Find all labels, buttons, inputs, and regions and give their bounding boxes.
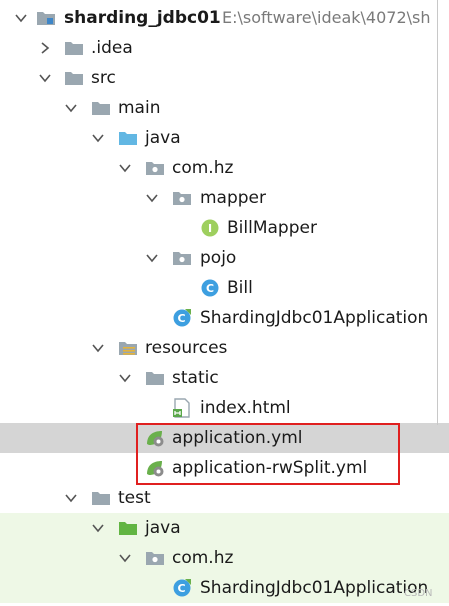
tree-item-label: ShardingJdbc01Application bbox=[200, 308, 429, 328]
package-icon bbox=[145, 548, 165, 568]
tree-item-label: Bill bbox=[227, 278, 253, 298]
folder-icon bbox=[91, 488, 111, 508]
tree-row-static[interactable]: static bbox=[0, 363, 449, 393]
spring-yml-icon bbox=[145, 428, 165, 448]
tree-row-java-main[interactable]: java bbox=[0, 123, 449, 153]
resources-folder-icon bbox=[118, 338, 138, 358]
folder-icon bbox=[145, 368, 165, 388]
interface-letter: I bbox=[208, 222, 212, 235]
chevron-down-icon[interactable] bbox=[91, 341, 105, 355]
tree-item-label: main bbox=[118, 98, 161, 118]
chevron-right-icon[interactable] bbox=[38, 41, 52, 55]
panel-edge-divider bbox=[437, 0, 438, 425]
tree-row-test[interactable]: test bbox=[0, 483, 449, 513]
chevron-down-icon[interactable] bbox=[38, 71, 52, 85]
tree-item-label: application.yml bbox=[172, 428, 303, 448]
chevron-down-icon[interactable] bbox=[145, 251, 159, 265]
tree-row-project-root[interactable]: sharding_jdbc01 E:\software\ideak\4072\s… bbox=[0, 3, 449, 33]
tree-row-resources[interactable]: resources bbox=[0, 333, 449, 363]
interface-icon: I bbox=[200, 218, 220, 238]
tree-item-label: application-rwSplit.yml bbox=[172, 458, 368, 478]
tree-item-label: com.hz bbox=[172, 548, 234, 568]
tree-row-application-rwsplit-yml[interactable]: application-rwSplit.yml bbox=[0, 453, 449, 483]
tree-row-pojo[interactable]: pojo bbox=[0, 243, 449, 273]
tree-item-label: mapper bbox=[200, 188, 267, 208]
folder-icon bbox=[64, 68, 84, 88]
chevron-down-icon[interactable] bbox=[64, 491, 78, 505]
tree-item-label: ShardingJdbc01Application bbox=[200, 578, 429, 598]
chevron-down-icon[interactable] bbox=[145, 191, 159, 205]
chevron-down-icon[interactable] bbox=[91, 521, 105, 535]
tree-row-app-main[interactable]: C ShardingJdbc01Application bbox=[0, 303, 449, 333]
tree-item-label: java bbox=[145, 518, 181, 538]
tree-item-label: test bbox=[118, 488, 151, 508]
html-file-icon bbox=[172, 398, 192, 418]
chevron-down-icon[interactable] bbox=[91, 131, 105, 145]
chevron-down-icon[interactable] bbox=[118, 161, 132, 175]
spring-boot-class-icon: C bbox=[172, 578, 192, 598]
class-letter: C bbox=[206, 282, 214, 295]
tree-item-label: pojo bbox=[200, 248, 237, 268]
chevron-down-icon[interactable] bbox=[14, 11, 28, 25]
watermark: CSDN bbox=[404, 588, 433, 599]
tree-row-package-test[interactable]: com.hz bbox=[0, 543, 449, 573]
tree-row-index-html[interactable]: index.html bbox=[0, 393, 449, 423]
tree-row-java-test[interactable]: java bbox=[0, 513, 449, 543]
class-letter: C bbox=[177, 582, 185, 595]
project-name: sharding_jdbc01 bbox=[64, 8, 221, 28]
tree-item-label: com.hz bbox=[172, 158, 234, 178]
tree-row-src[interactable]: src bbox=[0, 63, 449, 93]
tree-item-label: src bbox=[91, 68, 116, 88]
module-folder-icon bbox=[36, 8, 56, 28]
package-icon bbox=[145, 158, 165, 178]
chevron-down-icon[interactable] bbox=[118, 371, 132, 385]
tree-item-label: .idea bbox=[91, 38, 133, 58]
folder-icon bbox=[64, 38, 84, 58]
spring-boot-class-icon: C bbox=[172, 308, 192, 328]
project-path: E:\software\ideak\4072\sh bbox=[222, 8, 431, 27]
tree-item-label: static bbox=[172, 368, 219, 388]
tree-row-idea[interactable]: .idea bbox=[0, 33, 449, 63]
tree-row-package-main[interactable]: com.hz bbox=[0, 153, 449, 183]
class-icon: C bbox=[200, 278, 220, 298]
spring-yml-icon bbox=[145, 458, 165, 478]
tree-row-bill[interactable]: C Bill bbox=[0, 273, 449, 303]
folder-icon bbox=[91, 98, 111, 118]
tree-row-main[interactable]: main bbox=[0, 93, 449, 123]
class-letter: C bbox=[177, 312, 185, 325]
chevron-down-icon[interactable] bbox=[64, 101, 78, 115]
tree-item-label: resources bbox=[145, 338, 228, 358]
tree-row-application-yml[interactable]: application.yml bbox=[0, 423, 449, 453]
tree-row-mapper[interactable]: mapper bbox=[0, 183, 449, 213]
tree-row-app-test[interactable]: C ShardingJdbc01Application bbox=[0, 573, 449, 603]
tree-row-bill-mapper[interactable]: I BillMapper bbox=[0, 213, 449, 243]
chevron-down-icon[interactable] bbox=[118, 551, 132, 565]
tree-item-label: BillMapper bbox=[227, 218, 317, 238]
project-tree: sharding_jdbc01 E:\software\ideak\4072\s… bbox=[0, 0, 449, 606]
source-folder-icon bbox=[118, 128, 138, 148]
package-icon bbox=[172, 248, 192, 268]
tree-item-label: java bbox=[145, 128, 181, 148]
test-source-folder-icon bbox=[118, 518, 138, 538]
tree-item-label: index.html bbox=[200, 398, 291, 418]
package-icon bbox=[172, 188, 192, 208]
